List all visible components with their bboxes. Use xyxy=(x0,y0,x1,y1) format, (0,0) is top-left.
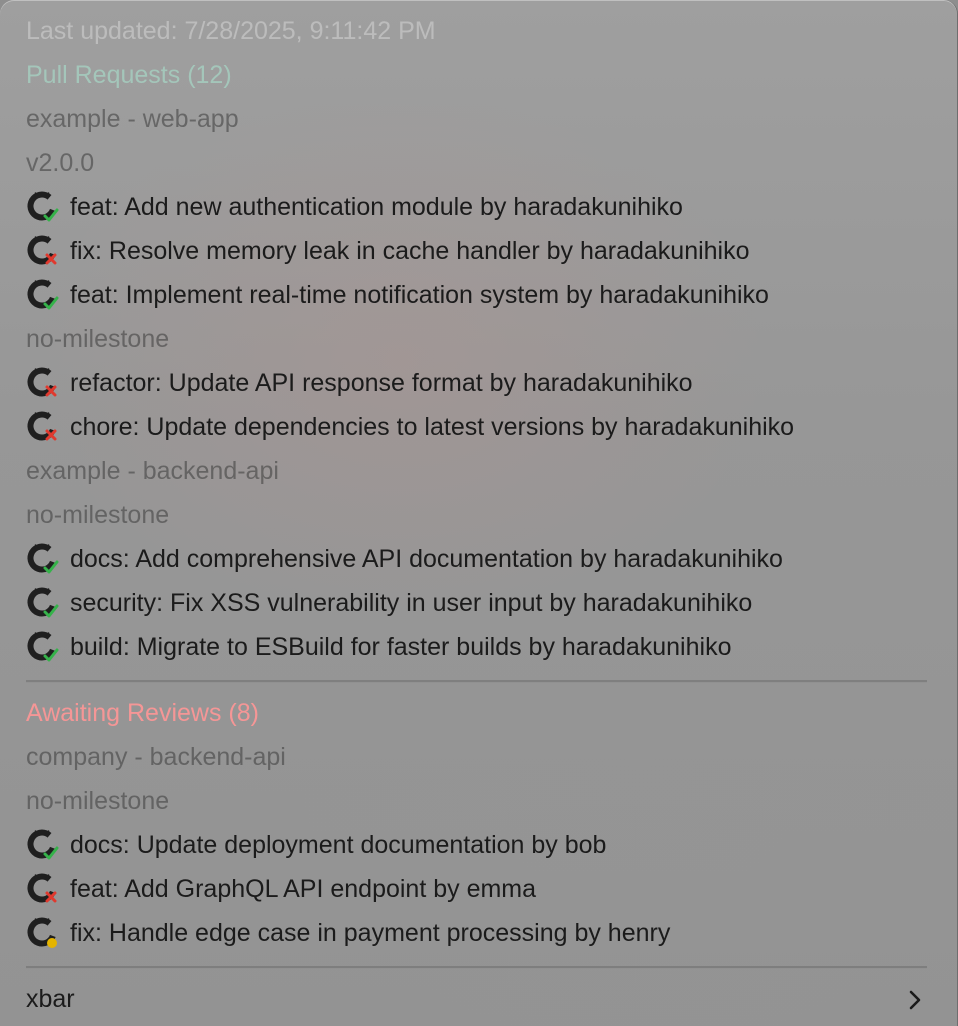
dot-icon xyxy=(47,938,57,948)
pr-item-label: security: Fix XSS vulnerability in user … xyxy=(70,588,753,617)
github-icon xyxy=(26,542,60,576)
github-icon xyxy=(26,916,60,950)
repo-label-company-backend-api: company - backend-api xyxy=(26,742,286,771)
github-logo-graphic xyxy=(27,873,57,903)
github-logo-graphic xyxy=(27,411,57,441)
menu-separator xyxy=(26,680,927,683)
awaiting-reviews-heading: Awaiting Reviews (8) xyxy=(26,698,259,727)
xbar-label: xbar xyxy=(26,984,75,1013)
pr-item[interactable]: feat: Add new authentication module by h… xyxy=(26,185,932,229)
github-logo-graphic xyxy=(27,829,59,860)
pr-item-label: feat: Add new authentication module by h… xyxy=(70,192,683,221)
repo-label-web-app: example - web-app xyxy=(26,104,239,133)
github-logo-graphic xyxy=(27,367,57,397)
github-logo-graphic xyxy=(27,631,59,662)
review-item[interactable]: feat: Add GraphQL API endpoint by emma xyxy=(26,867,932,911)
milestone-label-v2: v2.0.0 xyxy=(26,148,95,177)
github-icon xyxy=(26,410,60,444)
github-icon xyxy=(26,630,60,664)
milestone-label-no-milestone: no-milestone xyxy=(26,324,170,353)
review-item-label: fix: Handle edge case in payment process… xyxy=(70,918,671,947)
xbar-submenu-item[interactable]: xbar xyxy=(26,977,932,1021)
pr-item-label: feat: Implement real-time notification s… xyxy=(70,280,769,309)
menu-separator xyxy=(26,966,927,969)
github-icon xyxy=(26,234,60,268)
last-updated-text: Last updated: 7/28/2025, 9:11:42 PM xyxy=(26,16,436,45)
github-icon xyxy=(26,828,60,862)
milestone-label-no-milestone: no-milestone xyxy=(26,786,170,815)
pr-item-label: docs: Add comprehensive API documentatio… xyxy=(70,544,783,573)
github-logo-graphic xyxy=(27,917,57,948)
pr-item[interactable]: refactor: Update API response format by … xyxy=(26,361,932,405)
pr-item[interactable]: chore: Update dependencies to latest ver… xyxy=(26,405,932,449)
review-item-label: feat: Add GraphQL API endpoint by emma xyxy=(70,874,537,903)
pr-item-label: build: Migrate to ESBuild for faster bui… xyxy=(70,632,732,661)
pull-requests-heading: Pull Requests (12) xyxy=(26,60,232,89)
github-icon xyxy=(26,872,60,906)
pr-item-label: chore: Update dependencies to latest ver… xyxy=(70,412,795,441)
github-logo-graphic xyxy=(27,235,57,265)
pr-item-label: refactor: Update API response format by … xyxy=(70,368,693,397)
github-logo-graphic xyxy=(27,543,59,574)
github-logo-graphic xyxy=(27,279,59,310)
review-item[interactable]: docs: Update deployment documentation by… xyxy=(26,823,932,867)
pr-item[interactable]: build: Migrate to ESBuild for faster bui… xyxy=(26,625,932,669)
pr-item[interactable]: feat: Implement real-time notification s… xyxy=(26,273,932,317)
github-icon xyxy=(26,366,60,400)
pr-item[interactable]: docs: Add comprehensive API documentatio… xyxy=(26,537,932,581)
repo-label-backend-api: example - backend-api xyxy=(26,456,279,485)
xbar-dropdown-menu: Last updated: 7/28/2025, 9:11:42 PM Pull… xyxy=(0,0,958,1026)
github-icon xyxy=(26,586,60,620)
milestone-label-no-milestone: no-milestone xyxy=(26,500,170,529)
github-logo-graphic xyxy=(27,587,59,618)
github-icon xyxy=(26,190,60,224)
github-icon xyxy=(26,278,60,312)
chevron-right-icon[interactable] xyxy=(905,988,925,1012)
pr-item[interactable]: security: Fix XSS vulnerability in user … xyxy=(26,581,932,625)
pr-item[interactable]: fix: Resolve memory leak in cache handle… xyxy=(26,229,932,273)
github-logo-graphic xyxy=(27,191,59,222)
review-item[interactable]: fix: Handle edge case in payment process… xyxy=(26,911,932,955)
review-item-label: docs: Update deployment documentation by… xyxy=(70,830,607,859)
pr-item-label: fix: Resolve memory leak in cache handle… xyxy=(70,236,750,265)
